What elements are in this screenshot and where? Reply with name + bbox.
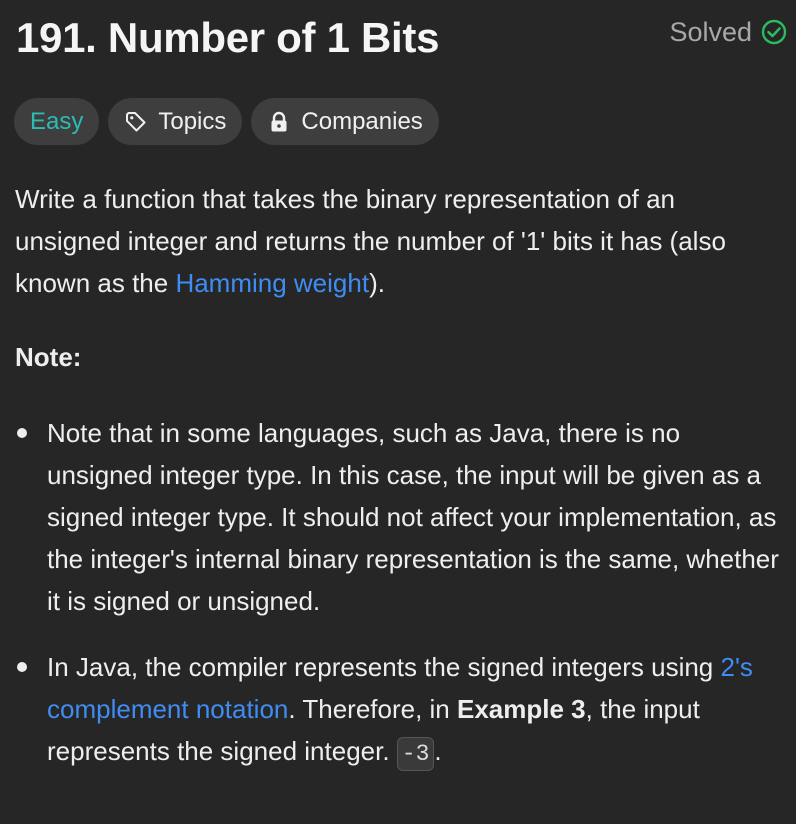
intro-paragraph: Write a function that takes the binary r… — [15, 178, 785, 304]
inline-code: -3 — [396, 737, 435, 771]
tag-row: Easy Topics Companies — [14, 98, 439, 145]
list-item: Note that in some languages, such as Jav… — [15, 412, 785, 622]
problem-description: Write a function that takes the binary r… — [15, 178, 785, 796]
solved-label: Solved — [669, 16, 752, 47]
difficulty-badge[interactable]: Easy — [14, 98, 100, 145]
note-list: Note that in some languages, such as Jav… — [15, 412, 785, 772]
bullet-text: In Java, the compiler represents the sig… — [47, 652, 721, 682]
topics-button[interactable]: Topics — [108, 98, 243, 145]
bullet-text: Note that in some languages, such as Jav… — [47, 418, 779, 616]
lock-icon — [267, 110, 291, 134]
solved-status: Solved — [669, 17, 788, 48]
tag-icon — [124, 110, 148, 134]
topics-label: Topics — [158, 107, 227, 135]
problem-header: 191. Number of 1 Bits Solved — [16, 10, 788, 66]
bullet-text: . Therefore, in — [288, 694, 457, 724]
bullet-dot — [17, 428, 27, 438]
problem-title: 191. Number of 1 Bits — [16, 14, 440, 61]
companies-button[interactable]: Companies — [251, 98, 439, 145]
hamming-weight-link[interactable]: Hamming weight — [175, 268, 369, 298]
example-reference: Example 3 — [456, 694, 586, 724]
note-heading: Note: — [15, 342, 82, 372]
companies-label: Companies — [301, 107, 423, 135]
bullet-dot — [17, 662, 27, 672]
list-item: In Java, the compiler represents the sig… — [15, 646, 785, 772]
bullet-text: . — [434, 736, 442, 766]
check-circle-icon — [760, 18, 788, 46]
intro-text-end: ). — [369, 268, 385, 298]
